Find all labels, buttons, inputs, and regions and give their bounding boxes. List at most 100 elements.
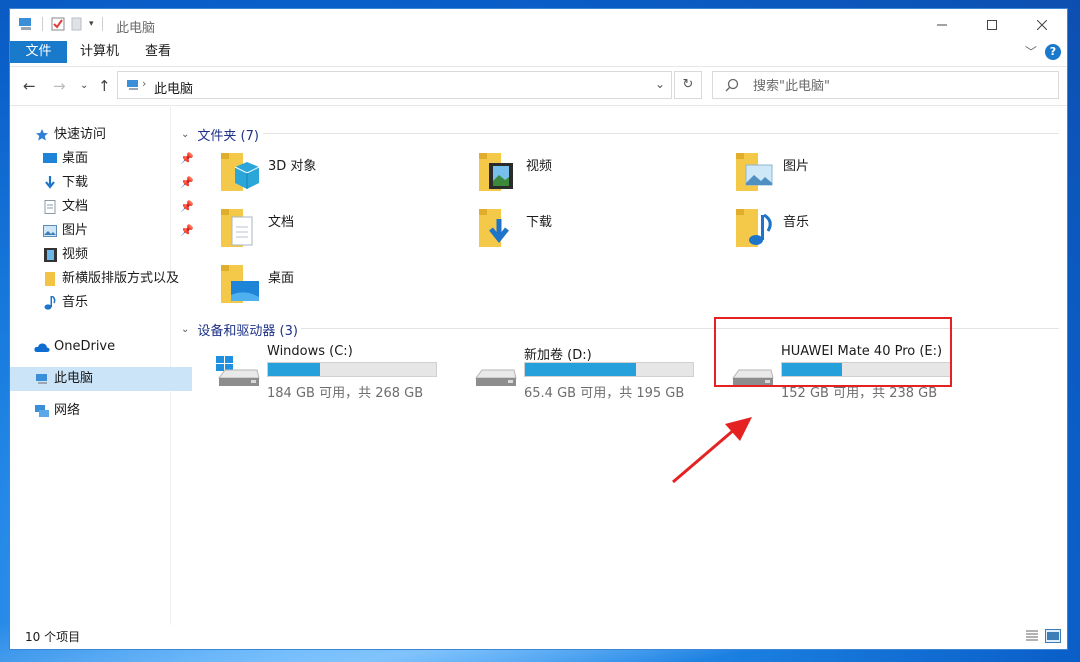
qat-divider bbox=[42, 17, 43, 31]
cloud-icon bbox=[34, 339, 50, 355]
window-controls bbox=[917, 9, 1067, 41]
folder-pictures[interactable]: 图片 bbox=[734, 149, 974, 201]
sidebar-item-label: 快速访问 bbox=[54, 127, 107, 142]
sidebar-item-label: OneDrive bbox=[54, 339, 116, 354]
tab-view[interactable]: 查看 bbox=[132, 41, 184, 63]
close-button[interactable] bbox=[1017, 9, 1067, 41]
folder-label: 桌面 bbox=[268, 271, 295, 286]
folder-label: 文档 bbox=[268, 215, 295, 230]
this-pc-icon bbox=[19, 18, 31, 30]
folder-videos[interactable]: 视频 bbox=[477, 149, 717, 201]
qat-divider bbox=[101, 17, 103, 31]
group-divider bbox=[263, 133, 1059, 134]
refresh-button[interactable]: ↻ bbox=[674, 71, 702, 99]
folder-music[interactable]: 音乐 bbox=[734, 205, 974, 257]
sidebar-item-label: 网络 bbox=[54, 403, 81, 418]
documents-folder-icon bbox=[221, 209, 253, 247]
drive-name: 新加卷 (D:) bbox=[524, 348, 592, 363]
windows-drive-icon bbox=[216, 356, 260, 386]
pictures-folder-icon bbox=[736, 153, 773, 191]
star-icon bbox=[34, 127, 50, 143]
devices-group-header[interactable]: ⌄ 设备和驱动器 (3) bbox=[181, 320, 298, 339]
folder-desktop[interactable]: 桌面 bbox=[219, 261, 459, 313]
desktop-icon bbox=[42, 151, 58, 167]
network-icon bbox=[34, 403, 50, 419]
breadcrumb-this-pc[interactable]: 此电脑 bbox=[154, 78, 193, 97]
folder-label: 下载 bbox=[526, 215, 553, 230]
sidebar-item-label: 下载 bbox=[62, 175, 89, 190]
this-pc-icon bbox=[34, 371, 50, 387]
folder-3d-objects[interactable]: 3D 对象 bbox=[219, 149, 459, 201]
ribbon-right: ﹀ ? bbox=[1025, 43, 1061, 60]
folder-documents[interactable]: 文档 bbox=[219, 205, 459, 257]
search-box[interactable] bbox=[712, 71, 1059, 99]
address-bar[interactable]: › 此电脑 ⌄ bbox=[117, 71, 672, 99]
video-icon bbox=[42, 247, 58, 263]
3d-objects-folder-icon bbox=[221, 153, 260, 191]
sidebar-item-label: 图片 bbox=[62, 223, 89, 238]
sidebar-item-label: 此电脑 bbox=[54, 371, 94, 386]
drive-usage-fill bbox=[525, 363, 636, 376]
sidebar-item-network[interactable]: 网络 bbox=[10, 399, 192, 423]
drive-name: Windows (C:) bbox=[267, 344, 353, 359]
qat-customize-icon[interactable]: ▾ bbox=[89, 19, 94, 29]
new-folder-icon[interactable] bbox=[71, 17, 83, 31]
collapse-chevron-icon[interactable]: ⌄ bbox=[181, 129, 189, 140]
folders-group-header[interactable]: ⌄ 文件夹 (7) bbox=[181, 125, 259, 144]
sidebar-item-label: 桌面 bbox=[62, 151, 89, 166]
collapse-chevron-icon[interactable]: ⌄ bbox=[181, 324, 189, 335]
tab-file[interactable]: 文件 bbox=[10, 41, 67, 63]
details-view-icon[interactable] bbox=[1025, 629, 1039, 643]
folder-icon bbox=[42, 271, 58, 287]
large-icons-view-icon[interactable] bbox=[1045, 629, 1061, 643]
document-icon bbox=[42, 199, 58, 215]
drive-usage-fill bbox=[268, 363, 321, 376]
forward-arrow-icon[interactable]: → bbox=[53, 77, 66, 95]
picture-icon bbox=[42, 223, 58, 239]
sidebar-item-label: 视频 bbox=[62, 247, 89, 262]
sidebar-item-label: 新横版排版方式以及 bbox=[62, 271, 180, 286]
sidebar-item-label: 文档 bbox=[62, 199, 89, 214]
sidebar-item-label: 音乐 bbox=[62, 295, 89, 310]
recent-locations-icon[interactable]: ⌄ bbox=[80, 80, 88, 91]
drive-usage-bar bbox=[524, 362, 694, 377]
videos-folder-icon bbox=[479, 153, 513, 191]
status-bar: 10 个项目 bbox=[10, 625, 1067, 649]
devices-header-label: 设备和驱动器 (3) bbox=[197, 324, 298, 339]
up-arrow-icon[interactable]: ↑ bbox=[98, 77, 111, 95]
help-icon[interactable]: ? bbox=[1045, 43, 1061, 60]
view-switcher bbox=[1025, 629, 1061, 643]
address-dropdown-icon[interactable]: ⌄ bbox=[655, 77, 665, 91]
drive-d[interactable]: 新加卷 (D:) 65.4 GB 可用，共 195 GB bbox=[472, 342, 712, 402]
music-folder-icon bbox=[736, 209, 772, 247]
minimize-button[interactable] bbox=[917, 9, 967, 41]
title-bar: ▾ 此电脑 bbox=[10, 9, 1067, 41]
sidebar-item-quick-access[interactable]: 快速访问 bbox=[10, 123, 192, 147]
this-pc-icon bbox=[127, 80, 138, 90]
maximize-button[interactable] bbox=[967, 9, 1017, 41]
search-input[interactable] bbox=[751, 76, 1045, 96]
annotation-highlight-box bbox=[714, 317, 952, 387]
search-icon bbox=[725, 78, 739, 92]
hard-drive-icon bbox=[475, 369, 517, 386]
folder-label: 图片 bbox=[783, 159, 810, 174]
drive-c[interactable]: Windows (C:) 184 GB 可用，共 268 GB bbox=[215, 342, 455, 402]
sidebar-item-this-pc[interactable]: 此电脑 bbox=[10, 367, 192, 391]
back-arrow-icon[interactable]: ← bbox=[23, 77, 36, 95]
download-arrow-icon bbox=[42, 175, 58, 191]
sidebar-item-onedrive[interactable]: OneDrive bbox=[10, 335, 192, 359]
folders-header-label: 文件夹 (7) bbox=[197, 129, 259, 144]
navigation-bar: ← → ⌄ ↑ › 此电脑 ⌄ ↻ bbox=[10, 66, 1067, 106]
desktop-folder-icon bbox=[221, 265, 259, 303]
folder-downloads[interactable]: 下载 bbox=[477, 205, 717, 257]
navigation-pane: 快速访问 桌面 📌 下载 📌 文档 📌 图片 📌 视频 新横版排版方式以及 音乐… bbox=[10, 105, 194, 625]
folder-label: 音乐 bbox=[783, 215, 810, 230]
drive-free-space: 184 GB 可用，共 268 GB bbox=[267, 386, 424, 401]
tab-computer[interactable]: 计算机 bbox=[67, 41, 132, 63]
folder-label: 3D 对象 bbox=[268, 159, 317, 174]
breadcrumb-chevron-icon[interactable]: › bbox=[142, 77, 146, 90]
music-note-icon bbox=[42, 295, 58, 311]
drive-free-space: 65.4 GB 可用，共 195 GB bbox=[524, 386, 685, 401]
ribbon-expand-icon[interactable]: ﹀ bbox=[1025, 43, 1037, 60]
properties-icon[interactable] bbox=[51, 17, 65, 31]
